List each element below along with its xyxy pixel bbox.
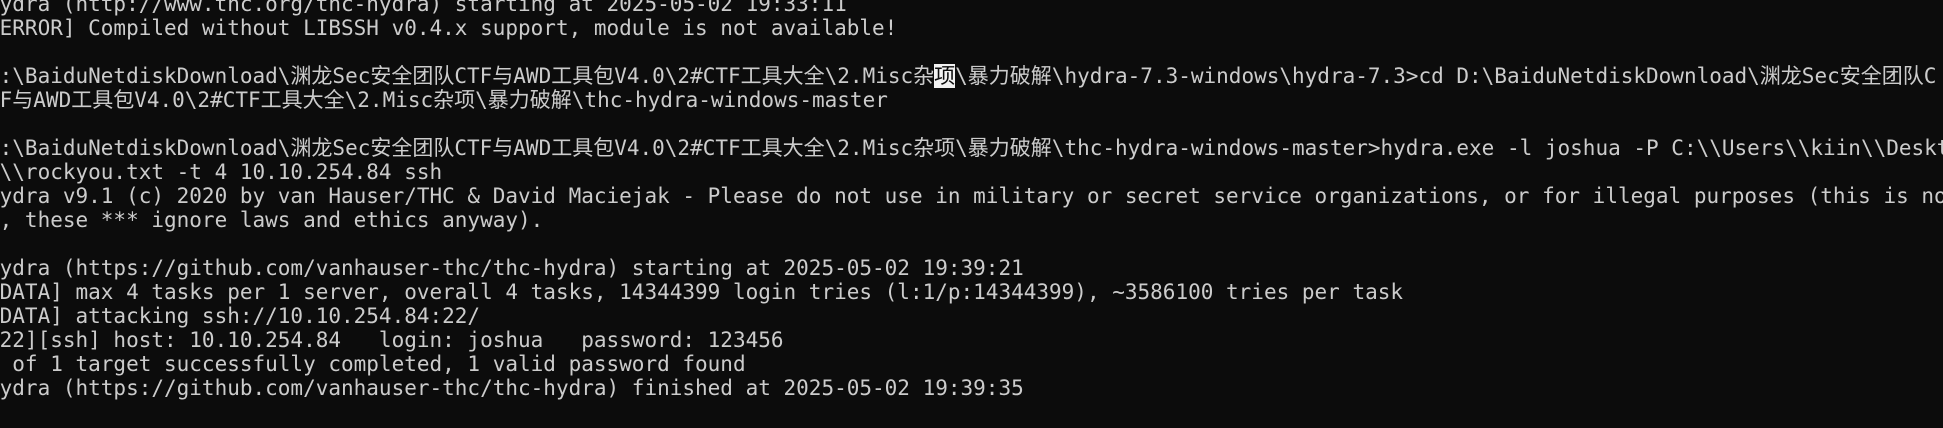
terminal-line: Hydra (http://www.thc.org/thc-hydra) sta… [0,0,847,16]
terminal-line: Hydra (https://github.com/vanhauser-thc/… [0,256,1024,280]
terminal-line: 1 of 1 target successfully completed, 1 … [0,352,746,376]
terminal-text: D:\BaiduNetdiskDownload\渊龙Sec安全团队CTF与AWD… [0,64,935,88]
terminal-line: g, these *** ignore laws and ethics anyw… [0,208,544,232]
terminal-window[interactable]: Hydra (http://www.thc.org/thc-hydra) sta… [0,0,1943,428]
terminal-output: Hydra (http://www.thc.org/thc-hydra) sta… [0,0,1943,400]
terminal-line: p\\rockyou.txt -t 4 10.10.254.84 ssh [0,160,443,184]
terminal-line: Hydra (https://github.com/vanhauser-thc/… [0,376,1024,400]
text-selection-highlight[interactable]: 项 [934,64,956,88]
terminal-line-result: [22][ssh] host: 10.10.254.84 login: josh… [0,328,784,352]
terminal-line: TF与AWD工具包V4.0\2#CTF工具大全\2.Misc杂项\暴力破解\th… [0,88,888,112]
terminal-line: [DATA] max 4 tasks per 1 server, overall… [0,280,1404,304]
terminal-line-command: D:\BaiduNetdiskDownload\渊龙Sec安全团队CTF与AWD… [0,136,1943,160]
terminal-line: [ERROR] Compiled without LIBSSH v0.4.x s… [0,16,898,40]
terminal-line-command[interactable]: D:\BaiduNetdiskDownload\渊龙Sec安全团队CTF与AWD… [0,64,1943,88]
terminal-line: [DATA] attacking ssh://10.10.254.84:22/ [0,304,481,328]
terminal-line: Hydra v9.1 (c) 2020 by van Hauser/THC & … [0,184,1943,208]
terminal-text: \暴力破解\hydra-7.3-windows\hydra-7.3>cd D:\… [955,64,1937,88]
